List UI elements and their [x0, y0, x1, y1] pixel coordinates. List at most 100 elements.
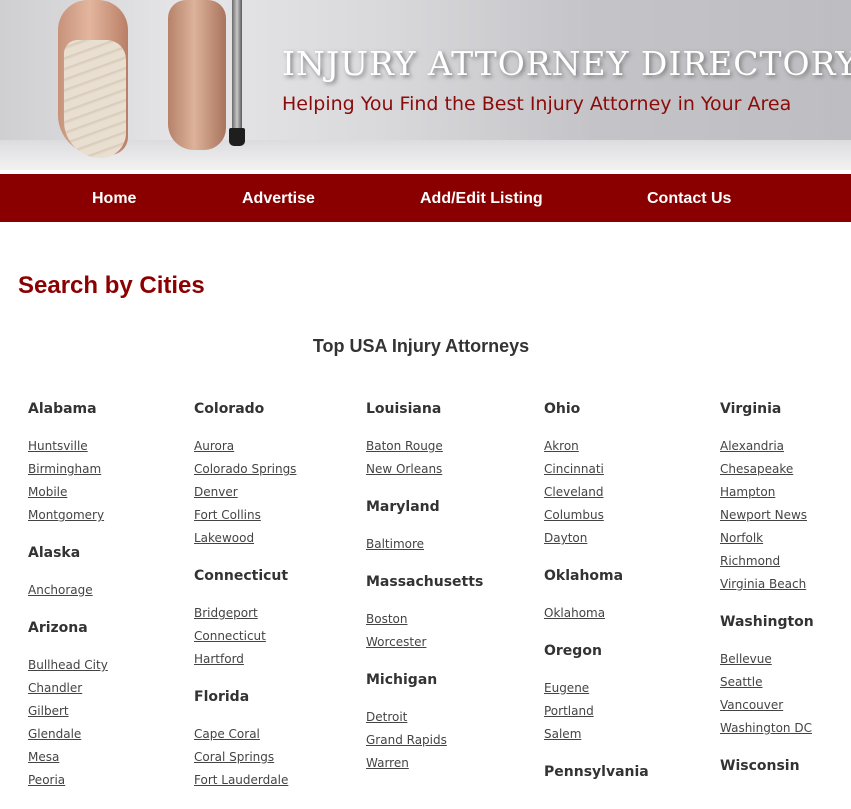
city-list: Huntsville Birmingham Mobile Montgomery	[28, 437, 108, 529]
city-link[interactable]: Fort Lauderdale	[194, 773, 288, 787]
city-list-item: Birmingham	[28, 460, 108, 483]
city-link[interactable]: Cape Coral	[194, 727, 260, 741]
city-list-item: Portland	[544, 702, 649, 725]
state-heading: Alaska	[28, 545, 81, 561]
city-list-item: Columbus	[544, 506, 649, 529]
top-attorneys-heading: Top USA Injury Attorneys	[312, 336, 530, 356]
city-link[interactable]: Denver	[194, 485, 238, 499]
city-list-item: Oklahoma	[544, 604, 649, 627]
city-link[interactable]: Boston	[366, 612, 407, 626]
city-link[interactable]: Huntsville	[28, 439, 88, 453]
city-list-item: Chesapeake	[720, 460, 814, 483]
city-link[interactable]: Birmingham	[28, 462, 101, 476]
city-link[interactable]: Glendale	[28, 727, 81, 741]
city-list-item: Lakewood	[194, 529, 296, 552]
city-link[interactable]: Cleveland	[544, 485, 604, 499]
city-list-item: Warren	[366, 754, 483, 777]
city-link[interactable]: Dayton	[544, 531, 587, 545]
city-link[interactable]: Eugene	[544, 681, 589, 695]
city-list-item: Cape Coral	[194, 725, 296, 748]
city-link[interactable]: Coral Springs	[194, 750, 274, 764]
city-link[interactable]: Peoria	[28, 773, 65, 787]
city-link[interactable]: Anchorage	[28, 583, 93, 597]
city-link[interactable]: Columbus	[544, 508, 604, 522]
city-link[interactable]: Washington DC	[720, 721, 812, 735]
city-link[interactable]: Mesa	[28, 750, 59, 764]
state-heading: Washington	[720, 614, 814, 630]
city-list-item: Peoria	[28, 771, 108, 794]
city-link[interactable]: Aurora	[194, 439, 234, 453]
city-link[interactable]: Worcester	[366, 635, 426, 649]
header-banner: INJURY ATTORNEY DIRECTORY Helping You Fi…	[0, 0, 851, 170]
state-heading: Pennsylvania	[544, 764, 649, 780]
cane-tip-image	[229, 128, 245, 146]
city-link[interactable]: Vancouver	[720, 698, 783, 712]
city-list: Eugene Portland Salem	[544, 679, 649, 748]
nav-home-link[interactable]: Home	[92, 174, 136, 224]
city-link[interactable]: Bridgeport	[194, 606, 258, 620]
city-link[interactable]: Cincinnati	[544, 462, 604, 476]
city-link[interactable]: Richmond	[720, 554, 780, 568]
city-link[interactable]: Seattle	[720, 675, 762, 689]
city-link[interactable]: Norfolk	[720, 531, 763, 545]
city-list-item: Eugene	[544, 679, 649, 702]
city-list-item: Grand Rapids	[366, 731, 483, 754]
directory-column-2: Colorado Aurora Colorado Springs Denver Fort…	[194, 400, 296, 809]
city-link[interactable]: Fort Collins	[194, 508, 261, 522]
city-list-item: Glendale	[28, 725, 108, 748]
nav-contact-us-link[interactable]: Contact Us	[647, 174, 731, 224]
city-link[interactable]: Connecticut	[194, 629, 266, 643]
city-link[interactable]: Oklahoma	[544, 606, 605, 620]
city-list-item: Dayton	[544, 529, 649, 552]
bandage-image	[64, 40, 126, 158]
city-link[interactable]: Bellevue	[720, 652, 772, 666]
city-link[interactable]: Portland	[544, 704, 594, 718]
city-link[interactable]: Lakewood	[194, 531, 254, 545]
city-list-item: Baton Rouge	[366, 437, 483, 460]
city-list-item: Akron	[544, 437, 649, 460]
state-heading: Oregon	[544, 643, 602, 659]
nav-advertise-link[interactable]: Advertise	[242, 174, 315, 224]
city-list-item: Hampton	[720, 483, 814, 506]
city-link[interactable]: Virginia Beach	[720, 577, 806, 591]
city-link[interactable]: Chesapeake	[720, 462, 793, 476]
city-link[interactable]: New Orleans	[366, 462, 442, 476]
city-list: Anchorage	[28, 581, 108, 604]
state-heading: Alabama	[28, 401, 97, 417]
city-list: Bellevue Seattle Vancouver Washington DC	[720, 650, 814, 742]
city-list-item: Washington DC	[720, 719, 814, 742]
city-list-item: Bellevue	[720, 650, 814, 673]
nav-add-edit-listing-link[interactable]: Add/Edit Listing	[420, 174, 543, 224]
city-list-item: Bridgeport	[194, 604, 296, 627]
city-link[interactable]: Bullhead City	[28, 658, 108, 672]
city-list-item: Virginia Beach	[720, 575, 814, 598]
city-link[interactable]: Chandler	[28, 681, 82, 695]
city-link[interactable]: Newport News	[720, 508, 807, 522]
city-list: Boston Worcester	[366, 610, 483, 656]
city-link[interactable]: Akron	[544, 439, 579, 453]
banner-floor	[0, 140, 851, 170]
city-list-item: Chandler	[28, 679, 108, 702]
city-link[interactable]: Gilbert	[28, 704, 69, 718]
city-list-item: Detroit	[366, 708, 483, 731]
city-link[interactable]: Warren	[366, 756, 409, 770]
city-link[interactable]: Salem	[544, 727, 581, 741]
city-link[interactable]: Hampton	[720, 485, 775, 499]
city-list-item: Seattle	[720, 673, 814, 696]
city-link[interactable]: Hartford	[194, 652, 244, 666]
city-list-item: Mesa	[28, 748, 108, 771]
city-list-item: Aurora	[194, 437, 296, 460]
city-link[interactable]: Mobile	[28, 485, 67, 499]
city-list-item: Worcester	[366, 633, 483, 656]
city-list-item: Colorado Springs	[194, 460, 296, 483]
city-link[interactable]: Alexandria	[720, 439, 784, 453]
city-link[interactable]: Detroit	[366, 710, 407, 724]
city-link[interactable]: Baltimore	[366, 537, 424, 551]
city-link[interactable]: Colorado Springs	[194, 462, 296, 476]
city-list-item: Bullhead City	[28, 656, 108, 679]
city-link[interactable]: Baton Rouge	[366, 439, 443, 453]
city-link[interactable]: Montgomery	[28, 508, 104, 522]
state-heading: Louisiana	[366, 401, 442, 417]
state-heading: Oklahoma	[544, 568, 624, 584]
city-link[interactable]: Grand Rapids	[366, 733, 447, 747]
